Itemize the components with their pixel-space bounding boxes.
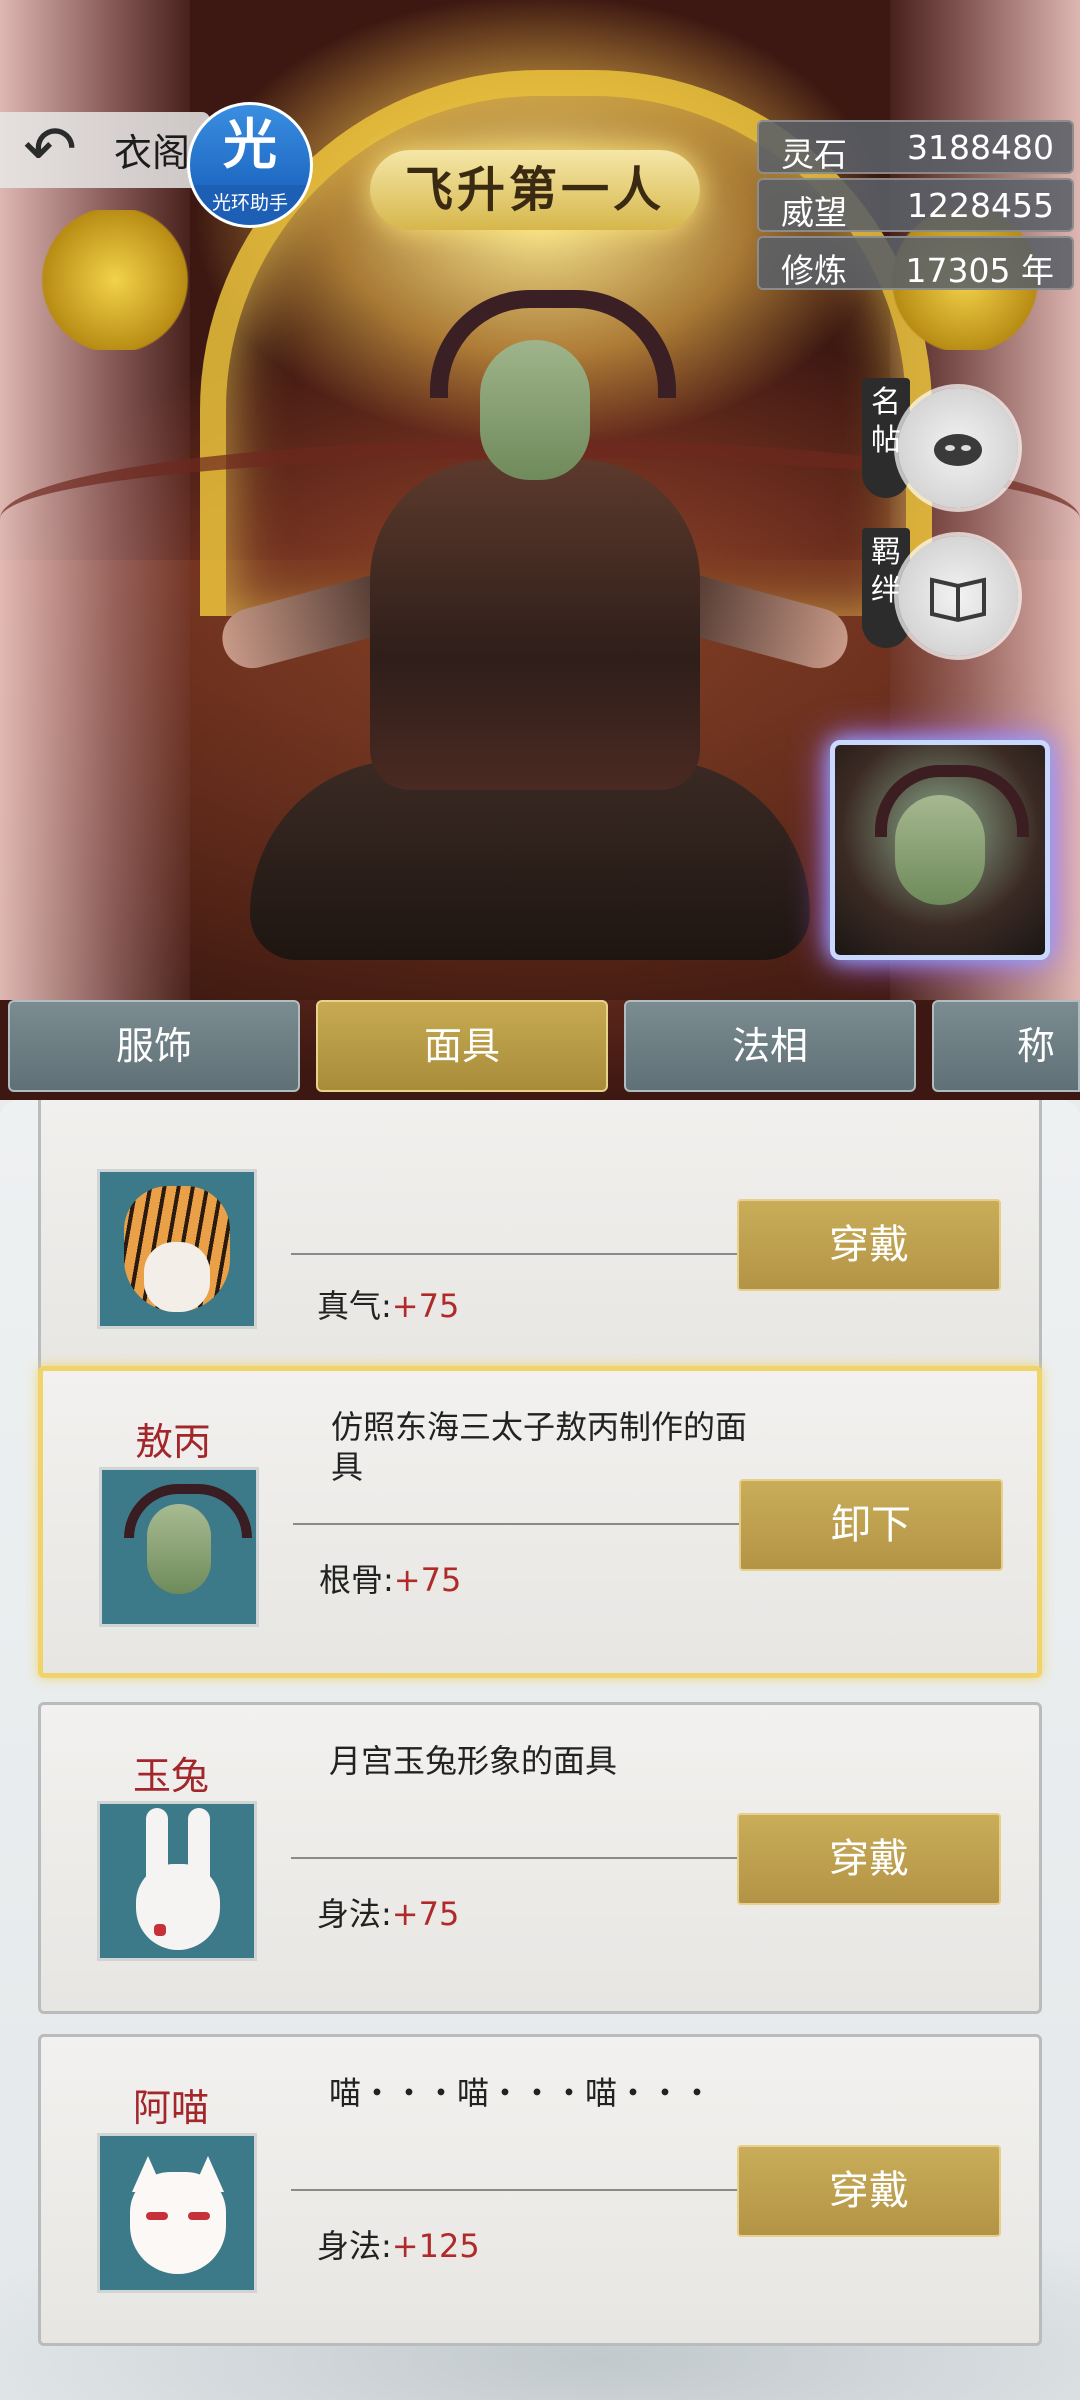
wear-button[interactable]: 穿戴 xyxy=(737,1199,1001,1291)
character-figure xyxy=(215,290,855,1010)
divider xyxy=(293,1523,753,1525)
aobing-mask-icon[interactable] xyxy=(99,1467,259,1627)
unequip-button[interactable]: 卸下 xyxy=(739,1479,1003,1571)
name-card-icon xyxy=(934,434,982,466)
book-icon xyxy=(930,577,986,623)
stat-weiwang: 威望 1228455 xyxy=(757,178,1074,232)
attribute-bonus: 身法:+75 xyxy=(317,1889,459,1935)
tiger-mask-face xyxy=(144,1242,210,1312)
rabbit-mask-face xyxy=(136,1864,220,1950)
back-arrow-icon[interactable]: ↶ xyxy=(14,118,86,182)
item-name: 敖丙 xyxy=(134,1420,211,1464)
helper-glyph: 光 xyxy=(190,105,310,185)
cat-mark-right xyxy=(188,2212,210,2220)
figure-head xyxy=(480,340,590,480)
tab-title-label: 称 xyxy=(1016,1024,1055,1068)
rabbit-mark xyxy=(154,1924,166,1936)
avatar-card[interactable] xyxy=(830,740,1050,960)
golden-dragon-left xyxy=(40,210,190,350)
item-description: 喵・・・喵・・・喵・・・ xyxy=(329,2074,714,2112)
stat-label: 灵石 xyxy=(781,135,847,174)
attr-value: +125 xyxy=(391,2227,480,2265)
tab-faxiang[interactable]: 法相 xyxy=(624,1000,916,1092)
bond-button[interactable] xyxy=(898,536,1018,656)
avatar-face xyxy=(895,795,985,905)
cat-mask-icon[interactable] xyxy=(97,2133,257,2293)
tab-mask[interactable]: 面具 xyxy=(316,1000,608,1092)
attr-value: +75 xyxy=(391,1287,460,1325)
attr-label: 身法: xyxy=(317,2227,392,2265)
item-description: 仿照东海三太子敖丙制作的面具 xyxy=(331,1408,748,1486)
cat-mark-left xyxy=(146,2212,168,2220)
attribute-bonus: 身法:+125 xyxy=(317,2221,480,2267)
tab-clothing[interactable]: 服饰 xyxy=(8,1000,300,1092)
divider xyxy=(291,1857,751,1859)
list-item: 玉兔 月宫玉兔形象的面具 身法:+75 穿戴 xyxy=(38,1702,1042,2014)
stat-value: 3188480 xyxy=(907,128,1054,167)
figure-armor xyxy=(370,460,700,790)
attribute-bonus: 根骨:+75 xyxy=(319,1555,461,1601)
attr-value: +75 xyxy=(393,1561,462,1599)
attr-label: 根骨: xyxy=(319,1561,394,1599)
stat-lingshi: 灵石 3188480 xyxy=(757,120,1074,174)
list-item-selected: 敖丙 仿照东海三太子敖丙制作的面具 根骨:+75 卸下 xyxy=(38,1366,1042,1678)
stat-xiulian: 修炼 17305 年 xyxy=(757,236,1074,290)
item-name: 玉兔 xyxy=(132,1754,209,1798)
attribute-bonus: 真气:+75 xyxy=(317,1281,459,1327)
mask-list[interactable]: 真气:+75 穿戴 敖丙 仿照东海三太子敖丙制作的面具 根骨:+75 卸下 玉兔… xyxy=(0,1100,1080,2400)
stat-value: 17305 年 xyxy=(905,251,1054,290)
list-item: 阿喵 喵・・・喵・・・喵・・・ 身法:+125 穿戴 xyxy=(38,2034,1042,2346)
name-card-button[interactable] xyxy=(898,388,1018,508)
wear-button[interactable]: 穿戴 xyxy=(737,1813,1001,1905)
tiger-mask-icon[interactable] xyxy=(97,1169,257,1329)
helper-badge[interactable]: 光 光环助手 xyxy=(190,105,310,225)
tab-title[interactable]: 称 xyxy=(932,1000,1080,1092)
attr-label: 身法: xyxy=(317,1895,392,1933)
divider xyxy=(291,1253,751,1255)
stat-label: 修炼 xyxy=(781,251,847,290)
title-banner: 飞升第一人 xyxy=(370,150,700,230)
page-title: 衣阁 xyxy=(114,131,191,175)
figure-legs xyxy=(250,760,810,960)
stat-label: 威望 xyxy=(781,193,847,232)
stat-value: 1228455 xyxy=(907,186,1054,225)
attr-label: 真气: xyxy=(317,1287,392,1325)
helper-label: 光环助手 xyxy=(190,185,310,225)
item-description: 月宫玉兔形象的面具 xyxy=(329,1742,618,1780)
item-name: 阿喵 xyxy=(132,2086,209,2130)
attr-value: +75 xyxy=(391,1895,460,1933)
cat-mask-face xyxy=(130,2172,226,2274)
divider xyxy=(291,2189,751,2191)
wear-button[interactable]: 穿戴 xyxy=(737,2145,1001,2237)
aobing-mask-face xyxy=(147,1504,211,1594)
list-item: 真气:+75 穿戴 xyxy=(38,1100,1042,1378)
rabbit-mask-icon[interactable] xyxy=(97,1801,257,1961)
